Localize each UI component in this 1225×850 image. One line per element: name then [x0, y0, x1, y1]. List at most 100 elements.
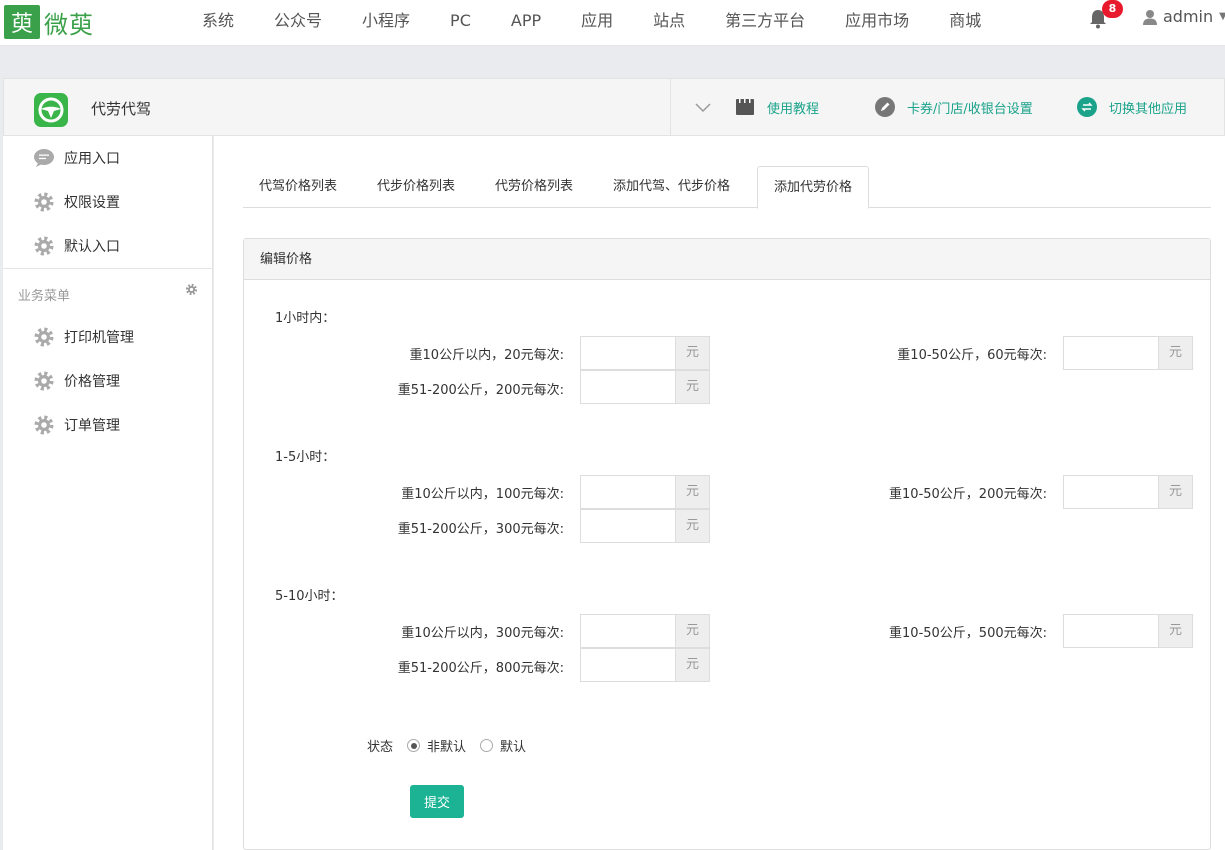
sidebar-item-label: 打印机管理 [64, 330, 134, 346]
price-input[interactable] [580, 648, 675, 682]
sidebar-item-orders[interactable]: 订单管理 [33, 413, 120, 437]
price-input[interactable] [580, 336, 675, 370]
section-gear-icon[interactable] [185, 283, 198, 296]
group-title: 5-10小时： [275, 589, 344, 604]
tab-walking-price-list[interactable]: 代步价格列表 [361, 166, 471, 208]
tutorial-label: 使用教程 [767, 101, 820, 117]
brand-logo[interactable]: 萸 微萸 [4, 5, 94, 39]
edit-icon [875, 97, 895, 117]
tutorial-link[interactable]: 使用教程 [735, 97, 819, 117]
sidebar-item-label: 订单管理 [64, 418, 120, 434]
store-settings-label: 卡券/门店/收银台设置 [907, 101, 1033, 117]
tab-add-driving-walking-price[interactable]: 添加代驾、代步价格 [597, 166, 746, 208]
unit-addon: 元 [675, 648, 710, 682]
app-header-actions: 使用教程 卡券/门店/收银台设置 切换其他应用 [670, 79, 1225, 135]
radio-default[interactable] [480, 739, 494, 752]
sidebar-item-permissions[interactable]: 权限设置 [33, 190, 120, 214]
panel-title: 编辑价格 [244, 239, 1210, 280]
radio-non-default[interactable] [407, 739, 421, 752]
price-input[interactable] [580, 475, 675, 509]
submit-button[interactable]: 提交 [410, 785, 464, 818]
nav-item-system[interactable]: 系统 [182, 0, 254, 46]
price-input[interactable] [580, 509, 675, 543]
gear-icon [33, 414, 55, 436]
price-input[interactable] [1063, 336, 1158, 370]
chevron-down-icon[interactable] [693, 97, 713, 117]
field-label: 重51-200公斤，800元每次: [397, 661, 564, 676]
nav-item-apps[interactable]: 应用 [561, 0, 633, 46]
price-input[interactable] [580, 614, 675, 648]
unit-addon: 元 [675, 475, 710, 509]
sidebar-item-default-entry[interactable]: 默认入口 [33, 234, 120, 258]
switch-icon [1077, 97, 1097, 117]
price-input-group: 元 [580, 336, 710, 370]
store-settings-link[interactable]: 卡券/门店/收银台设置 [875, 97, 1033, 117]
sidebar-item-label: 应用入口 [64, 151, 120, 167]
sidebar: 应用入口 权限设置 默认入口 业务菜单 打印机管理 价格管理 订单管理 [3, 136, 213, 850]
user-menu[interactable]: admin ▼ [1142, 7, 1225, 26]
price-input-group: 元 [580, 648, 710, 682]
radio-label[interactable]: 默认 [500, 736, 526, 755]
price-input-group: 元 [580, 370, 710, 404]
field-label: 重51-200公斤，300元每次: [397, 522, 564, 537]
sidebar-section-title: 业务菜单 [18, 289, 71, 304]
price-input-group: 元 [1063, 336, 1193, 370]
tab-driving-price-list[interactable]: 代驾价格列表 [243, 166, 353, 208]
nav-item-pc[interactable]: PC [430, 0, 491, 46]
brand-name: 微萸 [44, 10, 94, 39]
status-field: 状态 非默认 默认 [367, 736, 526, 755]
unit-addon: 元 [675, 509, 710, 543]
radio-label[interactable]: 非默认 [427, 736, 466, 755]
nav-item-site[interactable]: 站点 [633, 0, 705, 46]
notification-badge: 8 [1102, 0, 1123, 18]
switch-app-link[interactable]: 切换其他应用 [1077, 97, 1187, 117]
nav-item-official-account[interactable]: 公众号 [254, 0, 342, 46]
field-label: 重10公斤以内，100元每次: [401, 487, 564, 502]
unit-addon: 元 [1158, 475, 1193, 509]
sidebar-item-printer[interactable]: 打印机管理 [33, 325, 134, 349]
sidebar-item-app-entry[interactable]: 应用入口 [33, 146, 120, 170]
sidebar-item-price[interactable]: 价格管理 [33, 369, 120, 393]
group-title: 1-5小时： [275, 450, 336, 465]
brand-logo-mark: 萸 [4, 5, 40, 39]
switch-app-label: 切换其他应用 [1109, 101, 1188, 117]
app-header: 代劳代驾 使用教程 卡券/门店/收银台设置 切换其他应用 [3, 78, 1225, 136]
price-input[interactable] [1063, 614, 1158, 648]
field-label: 重51-200公斤，200元每次: [397, 383, 564, 398]
app-name: 代劳代驾 [91, 100, 152, 118]
unit-addon: 元 [675, 614, 710, 648]
sidebar-item-label: 默认入口 [64, 239, 120, 255]
sidebar-divider [3, 268, 212, 269]
field-label: 重10公斤以内，20元每次: [409, 348, 564, 363]
steering-wheel-icon [34, 93, 68, 127]
user-name: admin [1163, 7, 1214, 26]
field-label: 重10公斤以内，300元每次: [401, 626, 564, 641]
price-input-group: 元 [580, 509, 710, 543]
sidebar-item-label: 价格管理 [64, 374, 120, 390]
unit-addon: 元 [1158, 336, 1193, 370]
nav-item-third-party[interactable]: 第三方平台 [705, 0, 825, 46]
price-input[interactable] [580, 370, 675, 404]
nav-item-mini-program[interactable]: 小程序 [342, 0, 430, 46]
user-icon [1143, 9, 1157, 25]
price-input-group: 元 [580, 475, 710, 509]
unit-addon: 元 [675, 336, 710, 370]
unit-addon: 元 [1158, 614, 1193, 648]
tab-errand-price-list[interactable]: 代劳价格列表 [479, 166, 589, 208]
nav-item-app-market[interactable]: 应用市场 [825, 0, 929, 46]
caret-down-icon: ▼ [1219, 11, 1225, 22]
status-label: 状态 [367, 740, 394, 755]
chat-icon [33, 147, 55, 169]
unit-addon: 元 [675, 370, 710, 404]
nav-item-app[interactable]: APP [491, 0, 561, 46]
price-input-group: 元 [580, 614, 710, 648]
field-label: 重10-50公斤，500元每次: [889, 626, 1047, 641]
nav-item-shop[interactable]: 商城 [929, 0, 1001, 46]
price-input-group: 元 [1063, 614, 1193, 648]
group-title: 1小时内： [275, 311, 336, 326]
field-label: 重10-50公斤，200元每次: [889, 487, 1047, 502]
tab-add-errand-price[interactable]: 添加代劳价格 [757, 166, 870, 209]
price-input[interactable] [1063, 475, 1158, 509]
gear-icon [33, 191, 55, 213]
gear-icon [33, 370, 55, 392]
